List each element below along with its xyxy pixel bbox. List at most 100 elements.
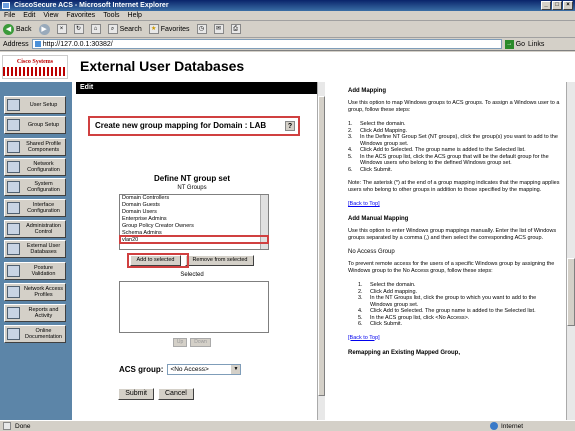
sidebar-item-interface-config[interactable]: Interface Configuration: [4, 199, 66, 217]
move-up-button[interactable]: Up: [172, 338, 188, 347]
search-button[interactable]: ⌕ Search: [107, 24, 142, 34]
list-item[interactable]: Group Policy Creator Owners: [120, 223, 268, 230]
sidebar: User Setup Group Setup Shared Profile Co…: [0, 82, 72, 420]
search-icon: ⌕: [107, 24, 118, 34]
sidebar-item-shared-profile[interactable]: Shared Profile Components: [4, 138, 66, 156]
address-bar: Address http://127.0.0.1:30382/ → Go Lin…: [0, 38, 575, 51]
home-icon[interactable]: ⌂: [90, 24, 101, 34]
help-paragraph: To prevent remote access for the users o…: [348, 261, 555, 274]
close-button[interactable]: ×: [563, 1, 573, 10]
menu-file[interactable]: File: [4, 11, 15, 20]
minimize-button[interactable]: _: [541, 1, 551, 10]
user-icon: [7, 99, 20, 111]
refresh-icon[interactable]: ↻: [73, 24, 84, 34]
status-text: Done: [15, 422, 31, 430]
help-title-no-access: No Access Group: [348, 249, 395, 255]
back-to-top-link[interactable]: [Back to Top]: [348, 201, 565, 207]
ie-icon: [2, 2, 10, 9]
help-step: In the ACS group list, click the ACS gro…: [360, 153, 549, 167]
sidebar-item-group-setup[interactable]: Group Setup: [4, 116, 66, 134]
menu-help[interactable]: Help: [128, 11, 142, 20]
help-note: Note: The asterisk (*) at the end of a g…: [348, 180, 560, 193]
help-paragraph: Use this option to enter Windows group m…: [348, 228, 557, 241]
maximize-button[interactable]: □: [552, 1, 562, 10]
address-input[interactable]: http://127.0.0.1:30382/: [31, 39, 502, 49]
sidebar-item-reports[interactable]: Reports and Activity: [4, 304, 66, 322]
edit-frame: Edit Create new group mapping for Domain…: [76, 82, 317, 420]
edit-scrollbar[interactable]: [317, 82, 325, 420]
menu-edit[interactable]: Edit: [23, 11, 35, 20]
help-steps-no-access: 1. Select the domain. 2. Click Add mapping…: [348, 282, 548, 328]
edit-scroll-thumb[interactable]: [318, 96, 325, 396]
sidebar-item-system-config[interactable]: System Configuration: [4, 178, 66, 196]
help-step: In the Define NT Group Set (NT groups), …: [360, 134, 558, 147]
cancel-button[interactable]: Cancel: [158, 388, 194, 400]
sidebar-item-nap[interactable]: Network Access Profiles: [4, 283, 66, 301]
help-icon[interactable]: ?: [285, 121, 295, 131]
browser-content: Cisco Systems External User Databases Us…: [0, 52, 575, 420]
mail-icon[interactable]: ✉: [213, 24, 224, 34]
add-to-selected-button[interactable]: Add to selected: [129, 255, 182, 266]
remove-from-selected-button[interactable]: Remove from selected: [185, 255, 255, 266]
links-label[interactable]: Links: [528, 41, 544, 48]
star-icon: ★: [148, 24, 159, 34]
group-mapping-header: Create new group mapping for Domain : LA…: [88, 116, 300, 136]
menu-bar: File Edit View Favorites Tools Help: [0, 11, 575, 21]
favorites-button[interactable]: ★ Favorites: [148, 24, 190, 34]
help-title-remapping: Remapping an Existing Mapped Group,: [348, 349, 461, 356]
forward-arrow-icon[interactable]: ▶: [38, 23, 50, 35]
help-frame: Add Mapping Use this option to map Windo…: [326, 82, 565, 420]
back-label: Back: [16, 25, 32, 33]
posture-icon: [7, 265, 20, 277]
interface-icon: [7, 202, 20, 214]
globe-icon: [490, 422, 498, 430]
go-button[interactable]: → Go: [504, 39, 526, 49]
submit-button[interactable]: Submit: [118, 388, 154, 400]
nt-groups-label: NT Groups: [177, 185, 207, 191]
acs-group-select[interactable]: <No Access>: [167, 364, 242, 375]
back-to-top-link[interactable]: [Back to Top]: [348, 335, 565, 341]
acs-group-label: ACS group:: [119, 365, 164, 374]
print-icon[interactable]: ⎙: [230, 24, 241, 34]
sidebar-item-administration[interactable]: Administration Control: [4, 220, 66, 238]
sidebar-item-documentation[interactable]: Online Documentation: [4, 325, 66, 343]
window-title: CiscoSecure ACS - Microsoft Internet Exp…: [14, 2, 169, 9]
sidebar-item-external-db[interactable]: External User Databases: [4, 240, 66, 258]
selected-list[interactable]: [119, 281, 269, 333]
help-step: Click Submit.: [360, 166, 393, 173]
help-scrollbar[interactable]: [566, 82, 575, 420]
page-done-icon: [3, 422, 11, 430]
help-step: Click Submit.: [370, 321, 403, 327]
help-scroll-thumb[interactable]: [567, 258, 575, 326]
zone-label: Internet: [501, 422, 524, 430]
selected-label: Selected: [180, 272, 204, 278]
list-item[interactable]: Domain Controllers: [120, 195, 268, 202]
sidebar-item-posture[interactable]: Posture Validation: [4, 262, 66, 280]
sidebar-item-network-config[interactable]: Network Configuration: [4, 158, 66, 176]
toolbar: ◀ Back ▶ × ↻ ⌂ ⌕ Search ★ Favorites ◷ ✉ …: [0, 21, 575, 38]
documentation-icon: [7, 328, 20, 340]
go-label: Go: [515, 40, 526, 48]
logo-text: Cisco Systems: [16, 59, 54, 65]
help-title-add-mapping: Add Mapping: [348, 88, 386, 94]
back-button[interactable]: ◀ Back: [3, 23, 32, 35]
list-item[interactable]: Domain Guests: [120, 202, 268, 209]
list-scrollbar[interactable]: [260, 195, 268, 249]
go-arrow-icon: →: [504, 39, 514, 49]
database-icon: [7, 243, 20, 255]
sidebar-item-user-setup[interactable]: User Setup: [4, 96, 66, 114]
list-item[interactable]: Schema Admins: [120, 230, 268, 237]
history-icon[interactable]: ◷: [196, 24, 207, 34]
menu-favorites[interactable]: Favorites: [66, 11, 95, 20]
list-item[interactable]: Enterprise Admins: [120, 216, 268, 223]
stop-icon[interactable]: ×: [56, 24, 67, 34]
list-item-selected[interactable]: vlan20: [120, 237, 268, 244]
help-step: In the NT Groups list, click the group t…: [370, 295, 537, 308]
reports-icon: [7, 307, 20, 319]
menu-tools[interactable]: Tools: [103, 11, 119, 20]
menu-view[interactable]: View: [43, 11, 58, 20]
list-item[interactable]: Domain Users: [120, 209, 268, 216]
move-down-button[interactable]: Down: [190, 338, 212, 347]
admin-icon: [7, 223, 20, 235]
nt-groups-list[interactable]: Domain Controllers Domain Guests Domain …: [119, 194, 269, 250]
